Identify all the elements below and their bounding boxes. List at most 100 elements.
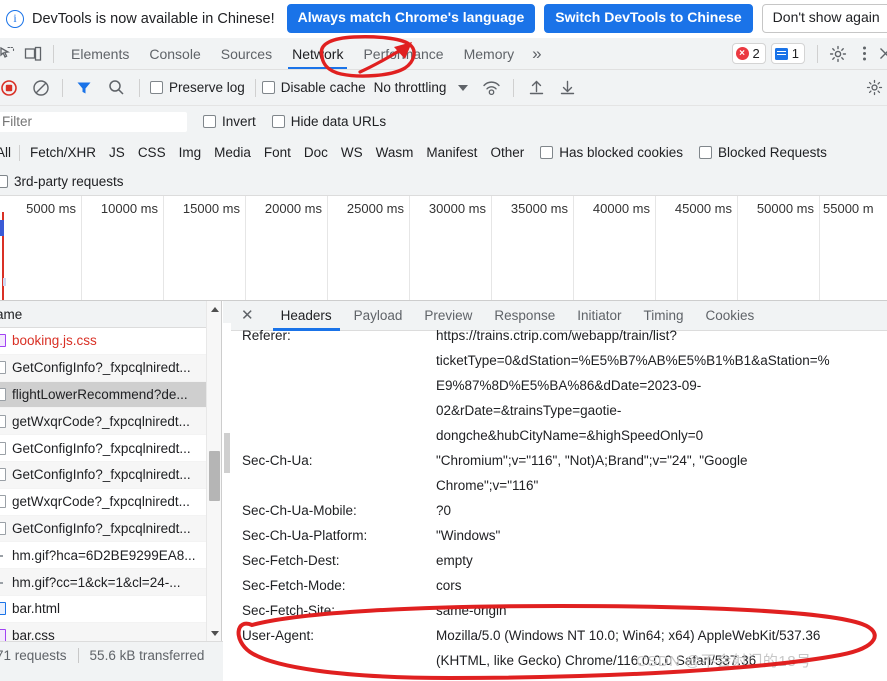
always-match-language-button[interactable]: Always match Chrome's language bbox=[286, 4, 536, 33]
scroll-down-arrow-icon[interactable] bbox=[207, 625, 221, 641]
preserve-log-checkbox[interactable]: Preserve log bbox=[150, 80, 245, 95]
type-filter-img[interactable]: Img bbox=[179, 145, 202, 160]
detail-scrollbar-thumb[interactable] bbox=[224, 433, 230, 473]
type-filter-wasm[interactable]: Wasm bbox=[376, 145, 414, 160]
type-filter-other[interactable]: Other bbox=[490, 145, 524, 160]
scrollbar-thumb[interactable] bbox=[209, 451, 220, 501]
switch-to-chinese-button[interactable]: Switch DevTools to Chinese bbox=[544, 4, 753, 33]
type-filter-all[interactable]: All bbox=[0, 145, 11, 160]
toolbar-divider-2 bbox=[62, 78, 63, 97]
more-vertical-icon[interactable] bbox=[851, 41, 877, 67]
search-input[interactable] bbox=[0, 111, 187, 132]
request-list-header[interactable]: ame bbox=[0, 301, 221, 328]
disable-cache-checkbox[interactable]: Disable cache bbox=[261, 80, 366, 95]
table-row[interactable]: GetConfigInfo?_fxpcqlniredt... bbox=[0, 354, 221, 382]
type-filter-js[interactable]: JS bbox=[109, 145, 125, 160]
invert-checkbox[interactable]: Invert bbox=[203, 114, 256, 129]
devtools-window: i DevTools is now available in Chinese! … bbox=[0, 0, 887, 681]
table-row[interactable]: bar.html bbox=[0, 596, 221, 623]
type-filter-manifest[interactable]: Manifest bbox=[426, 145, 477, 160]
tab-performance[interactable]: Performance bbox=[353, 38, 453, 69]
header-value-line: (KHTML, like Gecko) Chrome/116.0.0.0 Saf… bbox=[436, 653, 757, 668]
timeline-tick-25000: 25000 ms bbox=[328, 196, 410, 300]
message-count-badge[interactable]: 1 bbox=[770, 43, 805, 64]
more-tabs-icon[interactable]: » bbox=[524, 44, 549, 64]
network-timeline-overview[interactable]: 5000 ms 10000 ms 15000 ms 20000 ms 25000… bbox=[0, 196, 887, 301]
throttling-select[interactable]: No throttling bbox=[374, 80, 447, 95]
type-filter-doc[interactable]: Doc bbox=[304, 145, 328, 160]
type-filter-css[interactable]: CSS bbox=[138, 145, 166, 160]
type-filter-fetch-xhr[interactable]: Fetch/XHR bbox=[30, 145, 96, 160]
table-row[interactable]: hm.gif?cc=1&ck=1&cl=24-... bbox=[0, 569, 221, 596]
table-row[interactable]: hm.gif?hca=6D2BE9299EA8... bbox=[0, 542, 221, 570]
has-blocked-cookies-box[interactable] bbox=[540, 146, 554, 159]
type-filter-font[interactable]: Font bbox=[264, 145, 291, 160]
import-har-icon[interactable] bbox=[523, 75, 549, 101]
scroll-up-arrow-icon[interactable] bbox=[207, 301, 221, 317]
record-stop-icon[interactable] bbox=[0, 75, 22, 101]
css-file-icon bbox=[0, 629, 6, 641]
timeline-tick-label: 45000 ms bbox=[674, 201, 732, 216]
hide-data-urls-checkbox[interactable]: Hide data URLs bbox=[271, 114, 386, 129]
disable-cache-box[interactable] bbox=[261, 81, 275, 94]
type-filter-media[interactable]: Media bbox=[214, 145, 251, 160]
close-icon[interactable]: ✕ bbox=[241, 308, 254, 323]
tab-memory[interactable]: Memory bbox=[454, 38, 525, 69]
header-value-line: https://trains.ctrip.com/webapp/train/li… bbox=[436, 328, 677, 343]
header-row-sec-ch-ua-platform: Sec-Ch-Ua-Platform: "Windows" bbox=[223, 523, 887, 548]
header-value-line: Mozilla/5.0 (Windows NT 10.0; Win64; x64… bbox=[436, 628, 821, 643]
filter-funnel-icon[interactable] bbox=[71, 75, 97, 101]
dont-show-again-button[interactable]: Don't show again bbox=[761, 4, 887, 33]
tab-console[interactable]: Console bbox=[139, 38, 210, 69]
table-row[interactable]: flightLowerRecommend?de... bbox=[0, 381, 221, 409]
export-har-icon[interactable] bbox=[554, 75, 580, 101]
blocked-requests-checkbox[interactable]: Blocked Requests bbox=[699, 145, 827, 160]
hide-data-urls-box[interactable] bbox=[271, 115, 285, 128]
inspect-element-icon[interactable] bbox=[0, 41, 20, 67]
devtools-tabstrip: Elements Console Sources Network Perform… bbox=[0, 38, 887, 70]
timeline-tick-label: 35000 ms bbox=[510, 201, 568, 216]
detail-scrollbar[interactable] bbox=[223, 323, 231, 673]
network-conditions-icon[interactable] bbox=[478, 75, 504, 101]
resource-type-filters: All Fetch/XHR JS CSS Img Media Font Doc … bbox=[0, 137, 887, 168]
error-count-badge[interactable]: × 2 bbox=[731, 43, 766, 64]
table-row[interactable]: bar.css bbox=[0, 622, 221, 641]
header-name: Sec-Fetch-Mode: bbox=[242, 578, 346, 593]
timeline-tick-label: 20000 ms bbox=[264, 201, 322, 216]
table-row[interactable]: GetConfigInfo?_fxpcqlniredt... bbox=[0, 515, 221, 543]
preserve-log-box[interactable] bbox=[150, 81, 163, 94]
table-row[interactable]: booking.js.css bbox=[0, 328, 221, 355]
blocked-requests-box[interactable] bbox=[699, 146, 713, 159]
close-icon[interactable] bbox=[877, 41, 887, 67]
tab-elements[interactable]: Elements bbox=[61, 38, 139, 69]
tab-sources[interactable]: Sources bbox=[211, 38, 282, 69]
request-list-scrollbar[interactable] bbox=[206, 301, 221, 641]
device-toolbar-icon[interactable] bbox=[20, 41, 46, 67]
clear-icon[interactable] bbox=[28, 75, 54, 101]
third-party-requests-checkbox[interactable]: 3rd-party requests bbox=[0, 174, 124, 189]
timeline-tick-30000: 30000 ms bbox=[410, 196, 492, 300]
table-row[interactable]: getWxqrCode?_fxpcqlniredt... bbox=[0, 408, 221, 436]
network-settings-gear-icon[interactable] bbox=[861, 75, 887, 101]
gear-icon[interactable] bbox=[825, 41, 851, 67]
request-name: hm.gif?cc=1&ck=1&cl=24-... bbox=[12, 574, 181, 590]
banner-message: DevTools is now available in Chinese! bbox=[32, 10, 275, 27]
request-name: GetConfigInfo?_fxpcqlniredt... bbox=[12, 440, 191, 456]
invert-box[interactable] bbox=[203, 115, 216, 128]
search-icon[interactable] bbox=[103, 75, 129, 101]
table-row[interactable]: getWxqrCode?_fxpcqlniredt... bbox=[0, 489, 221, 516]
table-row[interactable]: GetConfigInfo?_fxpcqlniredt... bbox=[0, 461, 221, 489]
type-filter-ws[interactable]: WS bbox=[341, 145, 363, 160]
header-value: ?0 bbox=[436, 503, 452, 518]
header-name: User-Agent: bbox=[242, 628, 315, 643]
toolbar-divider bbox=[53, 44, 54, 63]
header-value-line: ticketType=0&dStation=%E5%B7%AB%E5%B1%B1… bbox=[436, 353, 830, 368]
header-name: Sec-Fetch-Dest: bbox=[242, 553, 340, 568]
has-blocked-cookies-checkbox[interactable]: Has blocked cookies bbox=[540, 145, 683, 160]
table-row[interactable]: GetConfigInfo?_fxpcqlniredt... bbox=[0, 435, 221, 462]
filter-bar: Invert Hide data URLs bbox=[0, 106, 887, 137]
tab-network[interactable]: Network bbox=[282, 38, 353, 69]
chevron-down-icon[interactable] bbox=[458, 84, 469, 91]
timeline-tick-5000: 5000 ms bbox=[0, 196, 82, 300]
third-party-box[interactable] bbox=[0, 175, 8, 188]
